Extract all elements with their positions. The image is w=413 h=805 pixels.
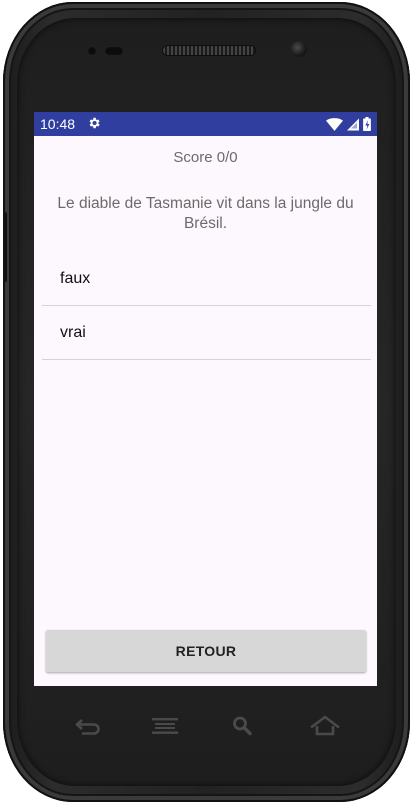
status-bar: 10:48 (34, 112, 377, 136)
search-icon[interactable] (228, 714, 260, 738)
back-icon[interactable] (72, 714, 104, 738)
light-sensor (104, 46, 124, 56)
earpiece-speaker (163, 46, 255, 55)
answer-list: faux vrai (42, 252, 371, 360)
home-icon[interactable] (309, 714, 341, 738)
score-label: Score 0/0 (173, 149, 238, 166)
hardware-nav-bar (34, 696, 377, 756)
front-camera (291, 41, 307, 57)
wifi-icon (326, 117, 343, 131)
app-screen: 10:48 Score 0/0 Le diable de Tasmanie vi… (34, 112, 377, 686)
battery-icon (363, 117, 371, 131)
back-button[interactable]: RETOUR (46, 630, 366, 672)
status-time: 10:48 (40, 116, 76, 132)
gear-icon (87, 116, 101, 133)
signal-icon (347, 118, 359, 131)
volume-button (3, 212, 7, 282)
proximity-sensor (87, 46, 97, 56)
question-text: Le diable de Tasmanie vit dans la jungle… (57, 195, 354, 232)
answer-option-faux[interactable]: faux (42, 252, 371, 306)
menu-icon[interactable] (149, 714, 181, 738)
answer-option-vrai[interactable]: vrai (42, 306, 371, 360)
